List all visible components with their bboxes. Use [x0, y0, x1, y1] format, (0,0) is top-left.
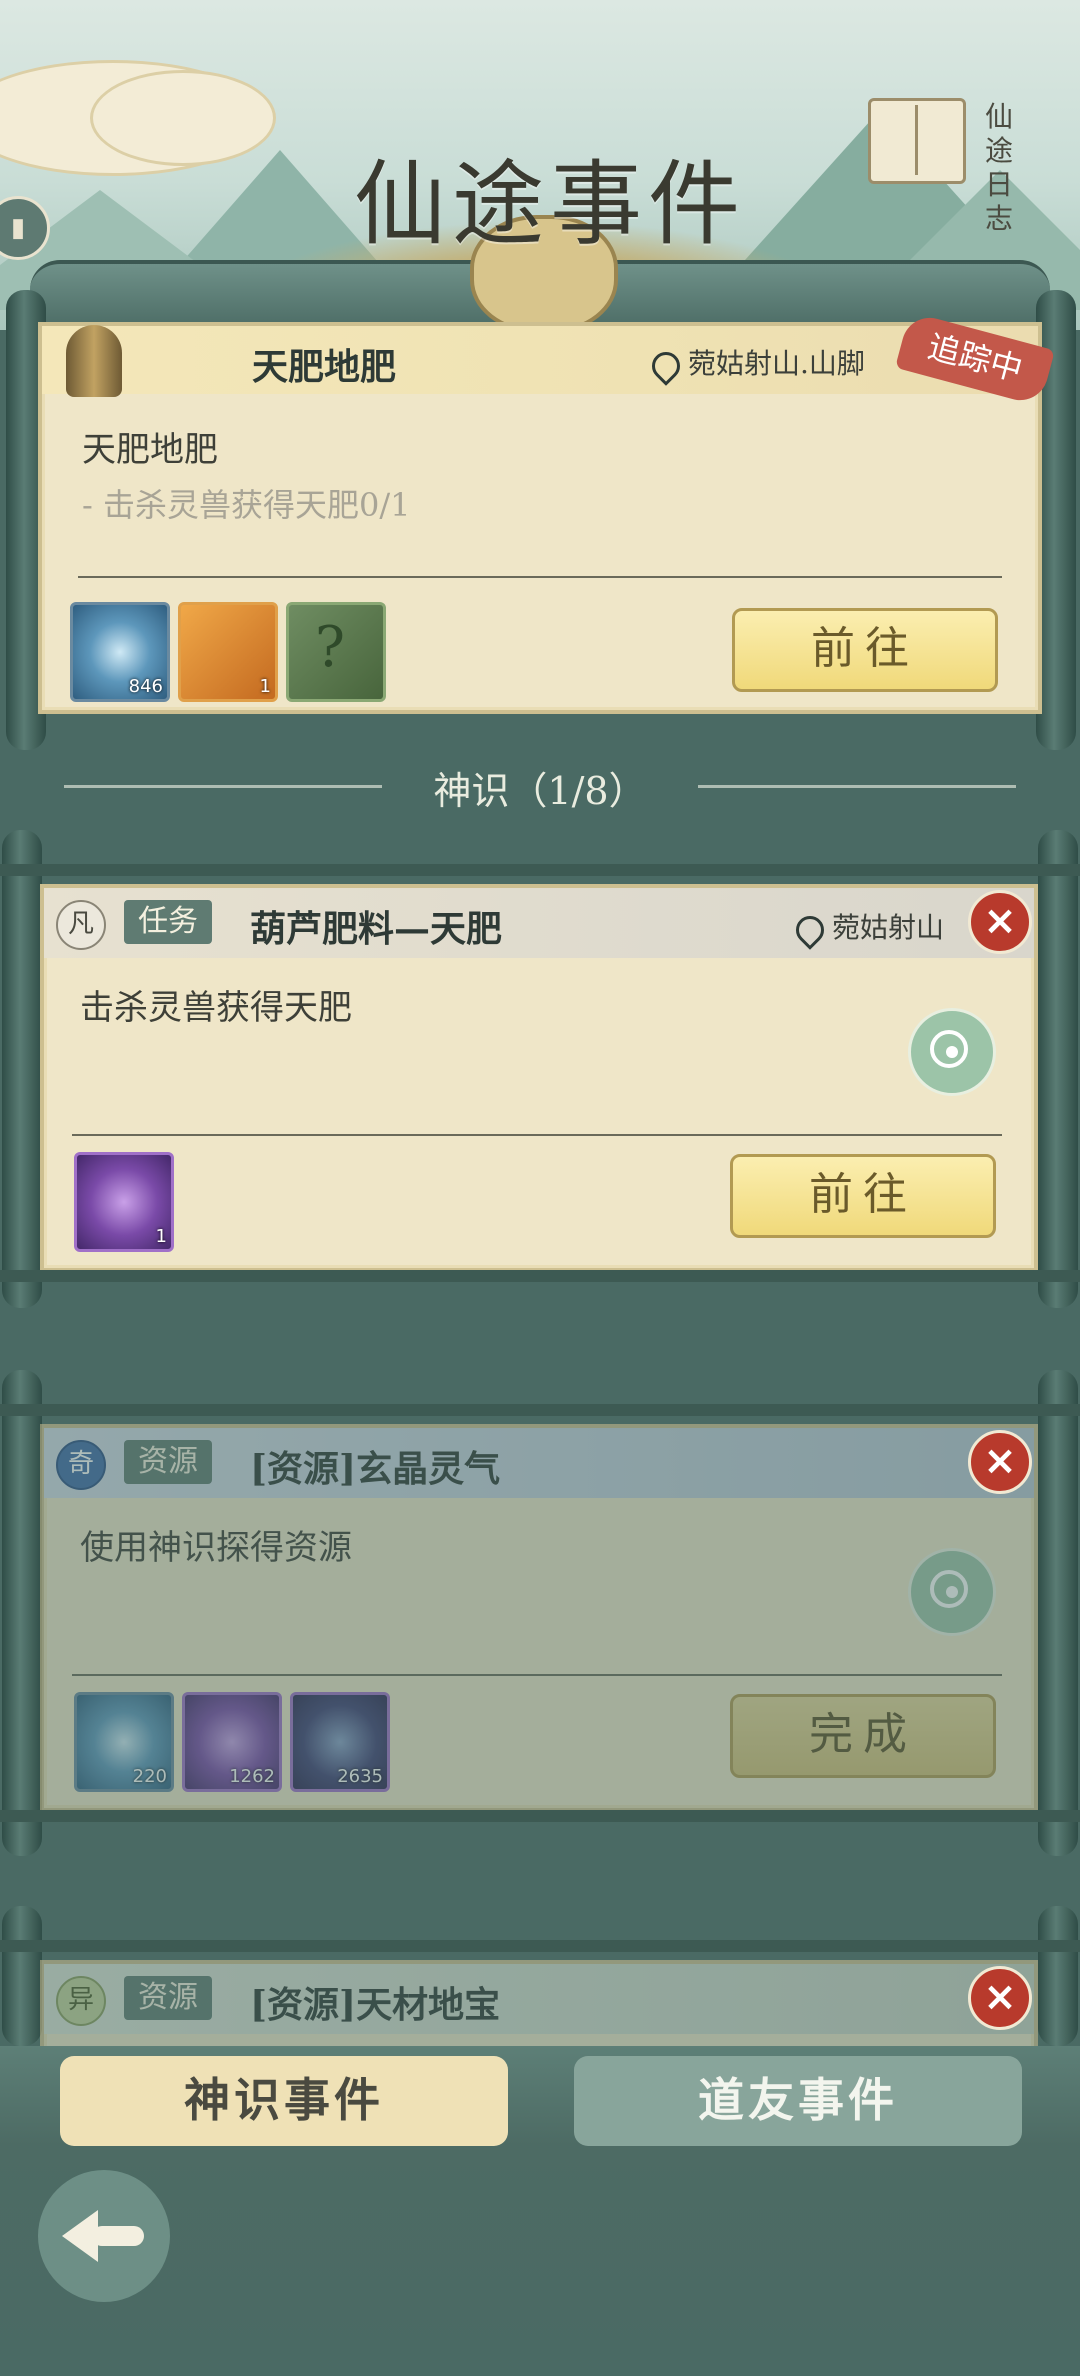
scroll-roller-right	[1038, 1370, 1078, 1856]
event-type-tag: 任务	[124, 900, 212, 944]
quest-objective: - 击杀灵兽获得天肥0/1	[82, 486, 411, 524]
scroll-rod-bottom	[0, 1270, 1080, 1282]
scroll-roller-left	[2, 1906, 42, 2046]
tracked-quest-card: 天肥地肥 菀姑射山.山脚 天肥地肥 - 击杀灵兽获得天肥0/1 846 1 ? …	[38, 322, 1042, 714]
event-card: 异 资源 [资源]天材地宝	[40, 1960, 1038, 2050]
spirit-swirl-icon[interactable]: 220	[74, 1692, 174, 1792]
dismiss-event-button[interactable]: ×	[968, 1966, 1032, 2030]
divider	[72, 1134, 1002, 1136]
scroll-rod-top	[0, 864, 1080, 876]
dismiss-event-button[interactable]: ×	[968, 1430, 1032, 1494]
scroll-roller-left	[2, 830, 42, 1308]
event-title: [资源]天材地宝	[250, 1984, 501, 2026]
event-title: 葫芦肥料—天肥	[250, 908, 503, 950]
locate-target-icon[interactable]	[908, 1008, 996, 1096]
back-button[interactable]	[38, 2170, 170, 2302]
bell-icon	[66, 325, 122, 397]
journal-button-label[interactable]: 仙途 日志	[985, 100, 1025, 236]
mystery-item-icon[interactable]: ?	[286, 602, 386, 702]
quest-location[interactable]: 菀姑射山.山脚	[646, 342, 865, 386]
scroll-rod-top	[0, 1940, 1080, 1952]
spell-book-icon[interactable]: 1	[178, 602, 278, 702]
scroll-roller-right	[1038, 1906, 1078, 2046]
divider	[72, 1674, 1002, 1676]
event-description: 使用神识探得资源	[80, 1528, 352, 1568]
pink-orb-icon[interactable]: 1	[74, 1152, 174, 1252]
back-arrow-icon	[92, 2226, 144, 2246]
scroll-roller-right	[1038, 830, 1078, 1308]
rank-badge: 奇	[56, 1440, 106, 1490]
event-type-tag: 资源	[124, 1976, 212, 2020]
section-title: 神识（1/8）	[433, 769, 647, 813]
goto-button[interactable]: 前往	[732, 608, 998, 692]
event-description: 击杀灵兽获得天肥	[80, 988, 352, 1028]
tab-friend-events[interactable]: 道友事件	[574, 2056, 1022, 2146]
quest-title: 天肥地肥	[252, 346, 397, 388]
card-header	[42, 326, 1038, 394]
question-mark-icon: ?	[315, 615, 346, 680]
locate-target-icon[interactable]	[908, 1548, 996, 1636]
location-pin-icon	[646, 345, 686, 386]
journal-book-icon[interactable]	[868, 98, 966, 184]
location-pin-icon	[790, 909, 830, 950]
crystal-ore-icon[interactable]: 2635	[290, 1692, 390, 1792]
event-location[interactable]: 菀姑射山	[790, 906, 944, 950]
event-card: 奇 资源 [资源]玄晶灵气 使用神识探得资源 220 1262 2635 完成	[40, 1424, 1038, 1812]
scroll-rod-top	[0, 1404, 1080, 1416]
page-title: 仙途事件	[353, 151, 746, 258]
purple-swirl-icon[interactable]: 1262	[182, 1692, 282, 1792]
scroll-roller-left	[2, 1370, 42, 1856]
event-card: 凡 任务 葫芦肥料—天肥 菀姑射山 击杀灵兽获得天肥 1 前往	[40, 884, 1038, 1272]
rank-badge: 凡	[56, 900, 106, 950]
scroll-rod-bottom	[0, 1810, 1080, 1822]
dismiss-event-button[interactable]: ×	[968, 890, 1032, 954]
event-title: [资源]玄晶灵气	[250, 1448, 501, 1490]
complete-button[interactable]: 完成	[730, 1694, 996, 1778]
spirit-swirl-icon[interactable]: 846	[70, 602, 170, 702]
event-type-tag: 资源	[124, 1440, 212, 1484]
tab-spirit-events[interactable]: 神识事件	[60, 2056, 508, 2146]
goto-button[interactable]: 前往	[730, 1154, 996, 1238]
divider	[78, 576, 1002, 578]
rank-badge: 异	[56, 1976, 106, 2026]
quest-description: 天肥地肥	[82, 430, 218, 470]
section-divider-right	[698, 785, 1016, 788]
section-divider-left	[64, 785, 382, 788]
